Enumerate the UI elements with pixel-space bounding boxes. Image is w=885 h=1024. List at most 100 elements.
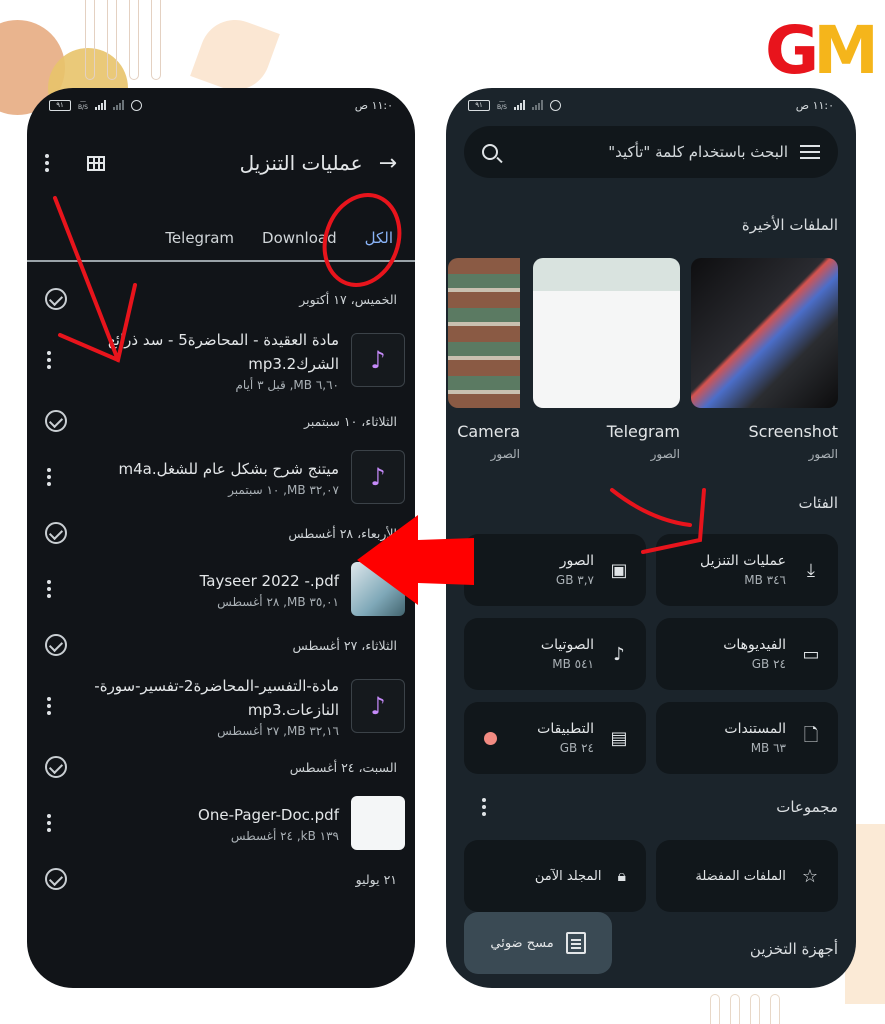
recent-card-screenshot[interactable]: Screenshot الصور <box>691 258 838 461</box>
document-icon: 🗋 <box>803 725 819 746</box>
category-audio[interactable]: ♪ الصوتيات ٥٤١ MB <box>464 618 646 690</box>
signal-icon <box>513 100 525 110</box>
download-icon: ⤓ <box>807 559 815 581</box>
category-downloads[interactable]: ⤓ عمليات التنزيل ٣٤٦ MB <box>656 534 838 606</box>
file-more-icon[interactable] <box>47 580 51 598</box>
music-note-icon: ♪ <box>613 643 625 665</box>
category-images[interactable]: ▣ الصور ٣,٧ GB <box>464 534 646 606</box>
stage: GM ٩١ — B/S ١١:٠ ص → عمليات التنزيل الكل … <box>0 0 885 1024</box>
file-more-icon[interactable] <box>47 468 51 486</box>
downloads-screen: ٩١ — B/S ١١:٠ ص → عمليات التنزيل الكل Dow… <box>27 88 415 988</box>
file-row[interactable]: ♪ مادة-التفسير-المحاضرة2-تفسير-سورة-النا… <box>27 666 415 746</box>
android-icon: ▤ <box>610 727 628 749</box>
movie-icon: ▭ <box>802 643 820 665</box>
select-all-check-icon[interactable] <box>45 868 67 890</box>
data-speed-icon: — B/S <box>497 98 507 111</box>
battery-icon: ٩١ <box>49 99 71 111</box>
audio-thumbnail: ♪ <box>351 333 405 387</box>
alarm-icon <box>549 99 561 111</box>
signal-icon <box>94 100 106 110</box>
collections-more-icon[interactable] <box>482 798 486 816</box>
file-row[interactable]: ♪ ميتنج شرح بشكل عام للشغل.m4a ٣٢,٠٧ MB,… <box>27 442 415 512</box>
date-header: السبت، ٢٤ أغسطس <box>27 746 415 788</box>
recent-card-camera[interactable]: Camera الصور <box>448 258 520 461</box>
file-meta: ١٣٩ kB, ٢٤ أغسطس <box>230 829 339 843</box>
search-bar[interactable]: البحث باستخدام كلمة "تأكيد" <box>464 126 838 178</box>
more-vert-icon[interactable] <box>45 154 49 172</box>
file-name: Tayseer 2022 -.pdf <box>199 572 339 590</box>
signal-icon-2 <box>531 100 543 110</box>
date-header: الأربعاء، ٢٨ أغسطس <box>27 512 415 554</box>
signal-icon-2 <box>112 100 124 110</box>
menu-icon[interactable] <box>800 145 820 159</box>
file-meta: ٦,٦٠ MB, قبل ٣ أيام <box>235 378 340 392</box>
decor-lines <box>85 0 205 90</box>
status-bar: ٩١ — B/S ١١:٠ ص <box>27 88 415 122</box>
file-meta: ٣٢,٠٧ MB, ١٠ سبتمبر <box>228 483 339 497</box>
filter-tabs: الكل Download Telegram <box>27 216 415 262</box>
file-more-icon[interactable] <box>47 351 51 369</box>
collection-favorites[interactable]: ☆ الملفات المفضلة <box>656 840 838 912</box>
notification-dot <box>484 732 497 745</box>
grid-view-icon[interactable] <box>87 155 105 171</box>
category-apps[interactable]: ▤ التطبيقات ٢٤ GB <box>464 702 646 774</box>
section-title-recent: الملفات الأخيرة <box>741 216 838 234</box>
select-all-check-icon[interactable] <box>45 522 67 544</box>
file-more-icon[interactable] <box>47 697 51 715</box>
tab-all[interactable]: الكل <box>365 229 393 247</box>
top-app-bar: → عمليات التنزيل <box>27 138 415 188</box>
category-videos[interactable]: ▭ الفيديوهات ٢٤ GB <box>656 618 838 690</box>
category-documents[interactable]: 🗋 المستندات ٦٣ MB <box>656 702 838 774</box>
search-icon[interactable] <box>482 144 498 160</box>
recent-card-telegram[interactable]: Telegram الصور <box>533 258 680 461</box>
music-note-icon: ♪ <box>370 463 386 491</box>
select-all-check-icon[interactable] <box>45 410 67 432</box>
select-all-check-icon[interactable] <box>45 756 67 778</box>
page-title: عمليات التنزيل <box>239 151 363 175</box>
file-row[interactable]: Tayseer 2022 -.pdf ٣٥,٠١ MB, ٢٨ أغسطس <box>27 554 415 624</box>
file-row[interactable]: ♪ مادة العقيدة - المحاضرة5 - سد ذرائع ال… <box>27 320 415 400</box>
search-input[interactable]: البحث باستخدام كلمة "تأكيد" <box>510 143 788 161</box>
file-name: One-Pager-Doc.pdf <box>198 806 339 824</box>
document-scanner-icon <box>565 932 586 954</box>
tab-download[interactable]: Download <box>262 229 337 247</box>
categories-grid: ⤓ عمليات التنزيل ٣٤٦ MB ▣ الصور ٣,٧ GB ▭ ا… <box>464 534 838 774</box>
file-more-icon[interactable] <box>47 814 51 832</box>
lock-icon: 🔒︎ <box>617 866 626 885</box>
music-note-icon: ♪ <box>370 692 386 720</box>
date-header: الخميس، ١٧ أكتوبر <box>27 278 415 320</box>
select-all-check-icon[interactable] <box>45 288 67 310</box>
date-header: الثلاثاء، ٢٧ أغسطس <box>27 624 415 666</box>
date-header: الثلاثاء، ١٠ سبتمبر <box>27 400 415 442</box>
pdf-thumbnail <box>351 796 405 850</box>
audio-thumbnail: ♪ <box>351 450 405 504</box>
file-row[interactable]: One-Pager-Doc.pdf ١٣٩ kB, ٢٤ أغسطس <box>27 788 415 858</box>
section-title-collections: مجموعات <box>776 798 838 816</box>
section-title-categories: الفئات <box>798 494 838 512</box>
decor-lines <box>690 984 830 1024</box>
date-header: ٢١ يوليو <box>27 858 415 900</box>
recent-thumbnail <box>533 258 680 408</box>
clock: ١١:٠ ص <box>795 98 834 112</box>
image-icon: ▣ <box>610 559 628 581</box>
collection-safe-folder[interactable]: 🔒︎ المجلد الآمن <box>464 840 646 912</box>
clock: ١١:٠ ص <box>354 98 393 112</box>
alarm-icon <box>130 99 142 111</box>
recent-thumbnail <box>448 258 520 408</box>
file-name: ميتنج شرح بشكل عام للشغل.m4a <box>118 460 339 478</box>
pdf-thumbnail <box>351 562 405 616</box>
section-title-storage: أجهزة التخزين <box>749 940 838 958</box>
tab-telegram[interactable]: Telegram <box>165 229 234 247</box>
files-home-screen: ٩١ — B/S ١١:٠ ص البحث باستخدام كلمة "تأكي… <box>446 88 856 988</box>
select-all-check-icon[interactable] <box>45 634 67 656</box>
star-icon: ☆ <box>801 865 818 887</box>
file-meta: ٣٢,١٦ MB, ٢٧ أغسطس <box>217 724 339 738</box>
collections-grid: ☆ الملفات المفضلة 🔒︎ المجلد الآمن <box>464 840 838 912</box>
arrow-back-icon[interactable]: → <box>379 151 397 176</box>
scan-button[interactable]: مسح ضوئي <box>464 912 612 974</box>
file-name: مادة-التفسير-المحاضرة2-تفسير-سورة-النازع… <box>94 677 339 719</box>
recent-files-carousel: Screenshot الصور Telegram الصور Camera ا… <box>446 258 856 468</box>
data-speed-icon: — B/S <box>78 98 88 111</box>
file-name: مادة العقيدة - المحاضرة5 - سد ذرائع الشر… <box>107 331 339 373</box>
file-meta: ٣٥,٠١ MB, ٢٨ أغسطس <box>217 595 339 609</box>
